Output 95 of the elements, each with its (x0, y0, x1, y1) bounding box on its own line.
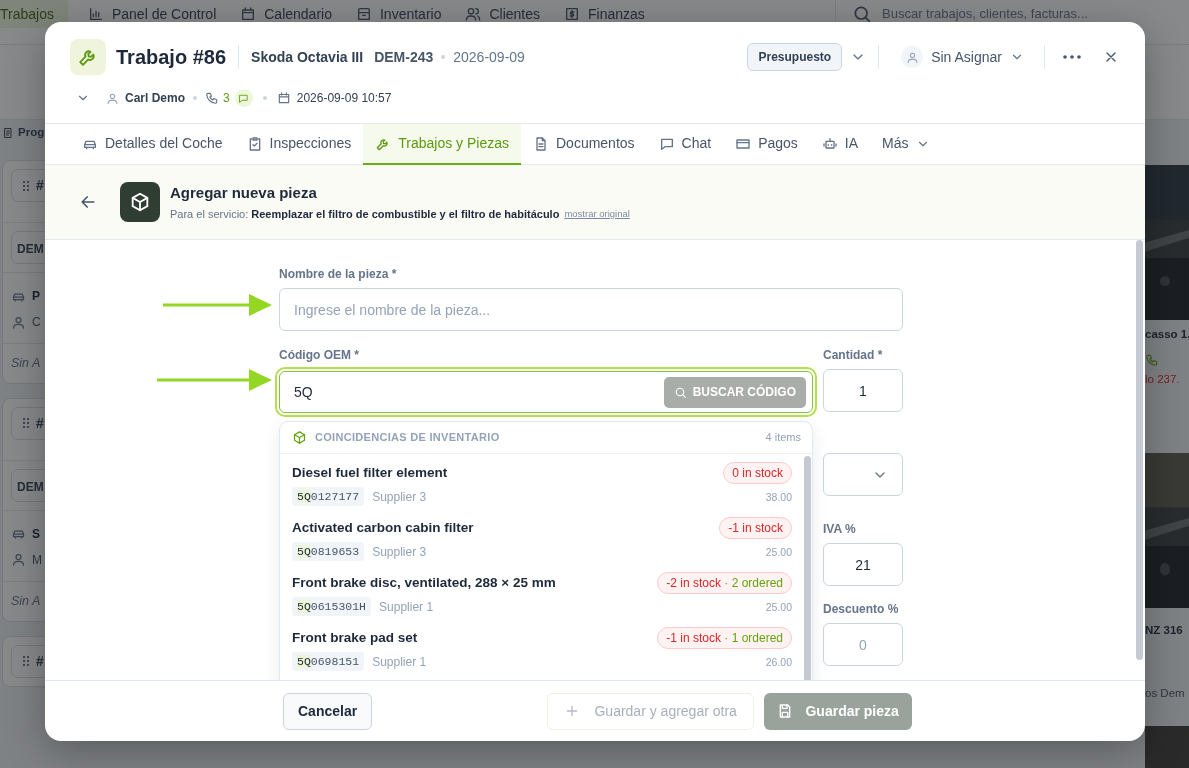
part-price: 25.00 (765, 545, 792, 561)
part-code: 5Q0127177 (292, 487, 365, 507)
match-item[interactable]: Front brake pad set -1 in stock · 1 ordered 5Q0698151 Supplier 1 26.00 (280, 619, 800, 674)
stock-badge: -2 in stock · 2 ordered (657, 572, 792, 594)
user-icon (106, 91, 119, 105)
tab[interactable]: Chat (646, 124, 724, 165)
column-title: Prog (18, 125, 45, 141)
job-datetime: 2026-09-09 10:57 (296, 90, 392, 107)
job-number: # (36, 176, 44, 195)
cube-icon (292, 430, 307, 445)
job-date: 2026-09-09 (453, 47, 525, 67)
job-card[interactable]: # DEM S M Sin A (2, 397, 45, 622)
stock-badge: 0 in stock (723, 462, 792, 484)
assignee-text: os Dem (1145, 685, 1186, 701)
field-label: Código OEM * (279, 347, 360, 364)
user-icon (11, 314, 26, 330)
wrench-icon (70, 39, 106, 75)
balance-text: lo 237. (1145, 372, 1181, 388)
scrollbar[interactable] (1136, 240, 1143, 660)
phone-count: 3 (223, 90, 230, 107)
part-code: 5Q0615301H (292, 597, 372, 617)
phone-icon (1145, 353, 1159, 367)
select-field[interactable] (823, 453, 903, 496)
vehicle-name: P (32, 288, 40, 305)
match-item[interactable]: Activated carbon cabin filter -1 in stock 5Q0819653 Supplier 3 25.00 (280, 509, 800, 564)
tab[interactable]: Pagos (723, 124, 810, 165)
calendar-icon (276, 91, 291, 105)
users-icon (465, 6, 482, 22)
plate-number: DEM-243 (374, 47, 434, 67)
nav-link[interactable]: Calendario (228, 0, 344, 28)
nav-link[interactable]: Clientes (453, 0, 553, 28)
supplier-name: Supplier 3 (372, 543, 427, 561)
supplier-name: Supplier 1 (372, 653, 427, 671)
document-icon (533, 135, 549, 152)
list-icon (2, 127, 14, 139)
job-title: Trabajo #86 (116, 45, 227, 69)
nav-link[interactable]: Inventario (343, 0, 454, 28)
tab[interactable]: Documentos (521, 124, 647, 165)
field-label: Nombre de la pieza * (279, 266, 398, 283)
scrollbar[interactable] (804, 456, 811, 680)
field-label: Descuento % (823, 601, 900, 618)
part-price: 26.00 (765, 655, 792, 671)
avatar-icon (905, 50, 919, 64)
vehicle-name: NZ 316 (1145, 622, 1184, 638)
phone-icon (205, 91, 220, 105)
match-item[interactable]: Diesel fuel filter element 0 in stock 5Q0127177 Supplier 3 38.00 (280, 454, 800, 509)
tab[interactable]: IA (809, 124, 871, 165)
tab[interactable]: Inspecciones (234, 124, 364, 165)
nav-link[interactable]: Panel de Control (75, 0, 229, 28)
stock-badge: -1 in stock · 1 ordered (657, 627, 792, 649)
customer-name: M (32, 551, 42, 569)
customer-name: C (32, 314, 41, 331)
tab[interactable]: Más (870, 124, 942, 165)
job-card[interactable]: # DEM P C Sin A (2, 160, 45, 384)
cal-icon (240, 6, 257, 22)
search-icon (673, 385, 687, 399)
vehicle-name: Skoda Octavia III (251, 47, 364, 67)
tab[interactable]: Detalles del Coche (70, 124, 235, 165)
match-item[interactable]: Front brake disc, ventilated, 288 × 25 mm -2 in stock · 2 ordered 5Q0615301H Supplier 1 25.00 (280, 564, 800, 619)
assignee-dropdown[interactable]: Sin Asignar (901, 46, 1024, 68)
dropdown-title: COINCIDENCIAS DE INVENTARIO (315, 430, 500, 446)
supplier-name: Supplier 3 (372, 488, 427, 506)
job-number: # (36, 413, 44, 433)
service-subtitle: Para el servicio: Reemplazar el filtro de combustible y el filtro de habitáculo (170, 207, 560, 222)
dollar-icon (564, 6, 581, 22)
chat-icon[interactable] (234, 89, 253, 107)
nav-link[interactable]: Finanzas (552, 0, 657, 28)
part-name-field[interactable]: Ingrese el nombre de la pieza... (279, 288, 903, 331)
bars-icon (87, 6, 104, 22)
discount-field[interactable]: 0 (823, 623, 903, 666)
item-count: 4 items (765, 430, 801, 446)
field-label: IVA % (823, 521, 857, 538)
customer-name[interactable]: Carl Demo (125, 89, 186, 107)
vat-field[interactable]: 21 (823, 543, 903, 586)
robot-icon (821, 135, 838, 152)
search-icon (852, 4, 872, 24)
vehicle-name: S (32, 525, 40, 543)
vehicle-name: casso 1. (1145, 327, 1189, 342)
supplier-name: Supplier 1 (379, 598, 434, 616)
part-code: 5Q0698151 (292, 652, 365, 672)
quantity-field[interactable]: 1 (823, 369, 903, 412)
job-number: # (36, 651, 44, 671)
stock-badge: -1 in stock (719, 517, 792, 539)
panel-title: Agregar nueva pieza (170, 182, 318, 203)
part-price: 38.00 (765, 490, 792, 506)
status-button[interactable]: Presupuesto (747, 43, 843, 71)
package-icon (120, 182, 160, 222)
user-icon (11, 552, 26, 568)
show-original-link[interactable]: mostrar original (564, 207, 630, 222)
more-icon[interactable] (1063, 55, 1081, 59)
part-code: 5Q0819653 (292, 542, 365, 562)
cancel-button[interactable]: Cancelar (283, 692, 373, 730)
inbox-icon (355, 6, 372, 22)
field-label: Cantidad * (823, 347, 884, 364)
part-price: 25.00 (765, 600, 792, 616)
